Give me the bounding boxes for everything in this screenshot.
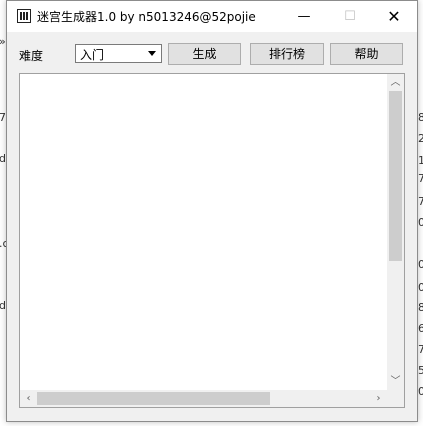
horizontal-scrollbar[interactable]: ‹ ›: [20, 390, 387, 407]
background-text: 0: [418, 385, 423, 398]
vertical-scroll-thumb[interactable]: [389, 91, 402, 261]
vertical-scrollbar[interactable]: ︿ ﹀: [387, 74, 404, 390]
difficulty-select[interactable]: 入门: [75, 44, 162, 63]
background-text: »: [0, 36, 6, 48]
generate-button[interactable]: 生成: [168, 43, 241, 65]
app-icon: [17, 9, 31, 23]
close-button[interactable]: ✕: [371, 1, 417, 32]
horizontal-scroll-thumb[interactable]: [37, 392, 270, 405]
background-text: 2: [418, 132, 423, 145]
difficulty-label: 难度: [19, 49, 44, 63]
window-title: 迷宫生成器1.0 by n5013246@52pojie: [37, 10, 256, 24]
ranking-button[interactable]: 排行榜: [250, 43, 324, 65]
scroll-up-icon[interactable]: ︿: [387, 74, 404, 91]
maze-output-area[interactable]: ︿ ﹀ ‹ ›: [19, 73, 405, 408]
scroll-down-icon[interactable]: ﹀: [387, 373, 404, 390]
difficulty-selected-value: 入门: [80, 48, 105, 62]
dropdown-arrow-icon: [148, 51, 156, 56]
minimize-button[interactable]: —: [281, 1, 327, 32]
maximize-button[interactable]: ☐: [327, 1, 373, 32]
title-bar[interactable]: 迷宫生成器1.0 by n5013246@52pojie — ☐ ✕: [7, 1, 417, 32]
help-button[interactable]: 帮助: [330, 43, 403, 65]
scroll-left-icon[interactable]: ‹: [20, 390, 37, 407]
maze-generator-window: 迷宫生成器1.0 by n5013246@52pojie — ☐ ✕ 难度 入门…: [6, 0, 418, 422]
scrollbar-corner: [387, 390, 404, 407]
scroll-right-icon[interactable]: ›: [370, 390, 387, 407]
